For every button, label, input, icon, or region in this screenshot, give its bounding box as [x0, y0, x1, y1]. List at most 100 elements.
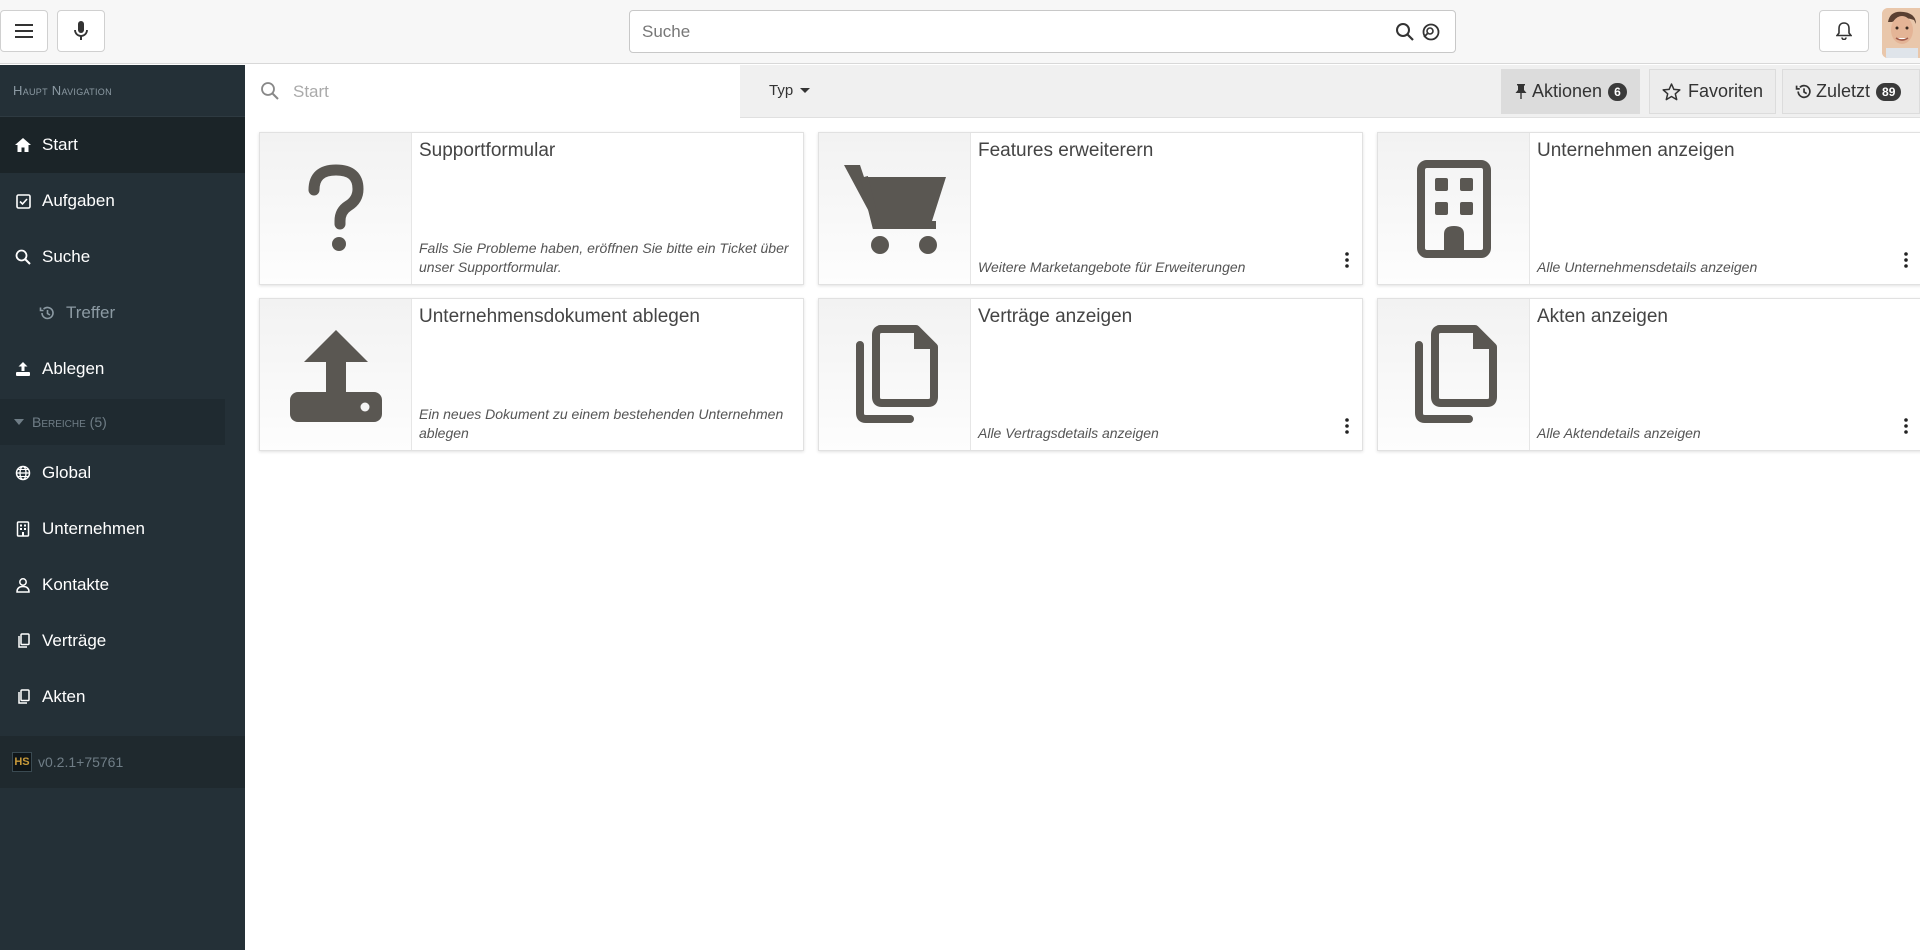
hamburger-icon — [15, 24, 33, 38]
card-description: Alle Vertragsdetails anzeigen — [978, 425, 1159, 441]
sidebar-item-label: Kontakte — [42, 575, 110, 594]
more-options-icon[interactable] — [1901, 416, 1911, 436]
sidebar-item-suche[interactable]: Suche — [0, 229, 245, 285]
more-options-icon[interactable] — [1342, 250, 1352, 270]
sidebar-item-treffer[interactable]: Treffer — [0, 285, 245, 341]
search-icon[interactable] — [1395, 22, 1415, 42]
card-title: Unternehmensdokument ablegen — [419, 306, 700, 327]
user-photo-icon — [1882, 8, 1920, 58]
action-card-dokument-ablegen[interactable]: Unternehmensdokument ablegen Ein neues D… — [259, 298, 804, 451]
history-icon — [1795, 84, 1811, 99]
copy-icon — [855, 324, 938, 423]
filter-toolbar: Typ Aktionen 6 Favoriten Zuletzt 89 — [245, 65, 1920, 118]
count-badge: 6 — [1608, 82, 1627, 101]
sidebar: Haupt Navigation Start Aufgaben Suche Tr… — [0, 65, 245, 950]
sidebar-item-global[interactable]: Global — [0, 445, 245, 501]
sidebar-item-label: Verträge — [42, 631, 107, 650]
sidebar-item-label: Global — [42, 463, 92, 482]
upload-icon — [14, 360, 32, 378]
checkbox-icon — [14, 192, 32, 210]
cart-icon — [843, 164, 946, 254]
card-description: Weitere Marketangebote für Erweiterungen — [978, 259, 1246, 275]
tab-aktionen-label: Aktionen — [1532, 81, 1603, 101]
star-icon — [1662, 82, 1681, 100]
card-thumbnail — [819, 133, 971, 284]
more-options-icon[interactable] — [1901, 250, 1911, 270]
card-description: Ein neues Dokument zu einem bestehenden … — [419, 406, 784, 441]
sidebar-item-vertraege[interactable]: Verträge — [0, 613, 245, 669]
tab-favoriten[interactable]: Favoriten — [1649, 69, 1777, 114]
sidebar-item-aufgaben[interactable]: Aufgaben — [0, 173, 245, 229]
card-thumbnail — [819, 299, 971, 450]
card-thumbnail — [260, 133, 412, 284]
pin-icon — [1515, 84, 1527, 99]
copy-icon — [14, 688, 32, 706]
sidebar-item-label: Suche — [42, 247, 91, 266]
advanced-search-icon[interactable] — [1421, 22, 1441, 42]
filter-input[interactable] — [293, 65, 723, 118]
filter-box — [245, 65, 740, 118]
tab-zuletzt-label: Zuletzt — [1816, 81, 1871, 101]
tab-favoriten-label: Favoriten — [1688, 81, 1764, 101]
search-input[interactable] — [642, 11, 1342, 52]
sidebar-item-label: Unternehmen — [42, 519, 146, 538]
search-icon — [261, 82, 279, 100]
card-title: Features erweiterern — [978, 140, 1154, 161]
action-card-features[interactable]: Features erweiterern Weitere Marketangeb… — [818, 132, 1363, 285]
card-description: Alle Unternehmensdetails anzeigen — [1537, 259, 1758, 275]
card-description: Falls Sie Probleme haben, eröffnen Sie b… — [419, 240, 789, 275]
question-icon — [308, 163, 364, 251]
card-thumbnail — [1378, 133, 1530, 284]
sidebar-item-label: Ablegen — [42, 359, 105, 378]
copy-icon — [14, 632, 32, 650]
action-card-vertraege[interactable]: Verträge anzeigen Alle Vertragsdetails a… — [818, 298, 1363, 451]
global-search — [629, 10, 1456, 53]
card-title: Unternehmen anzeigen — [1537, 140, 1735, 161]
globe-icon — [14, 464, 32, 482]
card-thumbnail — [1378, 299, 1530, 450]
card-description: Alle Aktendetails anzeigen — [1537, 425, 1701, 441]
card-thumbnail — [260, 299, 412, 450]
sidebar-item-kontakte[interactable]: Kontakte — [0, 557, 245, 613]
menu-button[interactable] — [0, 10, 48, 52]
sidebar-item-unternehmen[interactable]: Unternehmen — [0, 501, 245, 557]
voice-button[interactable] — [57, 10, 105, 52]
app-logo: HS — [12, 752, 32, 772]
top-bar — [0, 0, 1920, 64]
tab-aktionen[interactable]: Aktionen 6 — [1501, 69, 1640, 114]
count-badge: 89 — [1876, 82, 1902, 101]
type-dropdown-label: Typ — [769, 82, 794, 99]
version-info: HS v0.2.1+75761 — [0, 736, 245, 788]
building-icon — [14, 520, 32, 538]
microphone-icon — [74, 21, 88, 40]
more-options-icon[interactable] — [1342, 416, 1352, 436]
search-icon — [14, 248, 32, 266]
caret-down-icon — [800, 88, 811, 93]
sidebar-group-bereiche[interactable]: Bereiche (5) — [0, 399, 225, 445]
sidebar-item-label: Aufgaben — [42, 191, 115, 210]
type-dropdown[interactable]: Typ — [769, 82, 811, 99]
user-icon — [14, 576, 32, 594]
sidebar-item-label: Start — [42, 135, 78, 154]
card-title: Verträge anzeigen — [978, 306, 1133, 327]
home-icon — [14, 136, 32, 154]
sidebar-item-start[interactable]: Start — [0, 117, 245, 173]
avatar[interactable] — [1882, 8, 1920, 58]
action-card-supportformular[interactable]: Supportformular Falls Sie Probleme haben… — [259, 132, 804, 285]
tab-zuletzt[interactable]: Zuletzt 89 — [1782, 69, 1920, 114]
card-title: Akten anzeigen — [1537, 306, 1668, 327]
action-card-unternehmen[interactable]: Unternehmen anzeigen Alle Unternehmensde… — [1377, 132, 1920, 285]
version-label: v0.2.1+75761 — [38, 754, 124, 770]
sidebar-group-label: Bereiche (5) — [32, 414, 107, 430]
sidebar-item-ablegen[interactable]: Ablegen — [0, 341, 245, 397]
notifications-button[interactable] — [1819, 10, 1869, 52]
sidebar-item-label: Akten — [42, 687, 86, 706]
caret-down-icon — [14, 419, 24, 425]
card-title: Supportformular — [419, 140, 556, 161]
history-icon — [38, 304, 56, 322]
copy-icon — [1414, 324, 1497, 423]
sidebar-item-akten[interactable]: Akten — [0, 669, 245, 725]
bell-icon — [1836, 22, 1852, 40]
upload-icon — [289, 329, 382, 422]
action-card-akten[interactable]: Akten anzeigen Alle Aktendetails anzeige… — [1377, 298, 1920, 451]
